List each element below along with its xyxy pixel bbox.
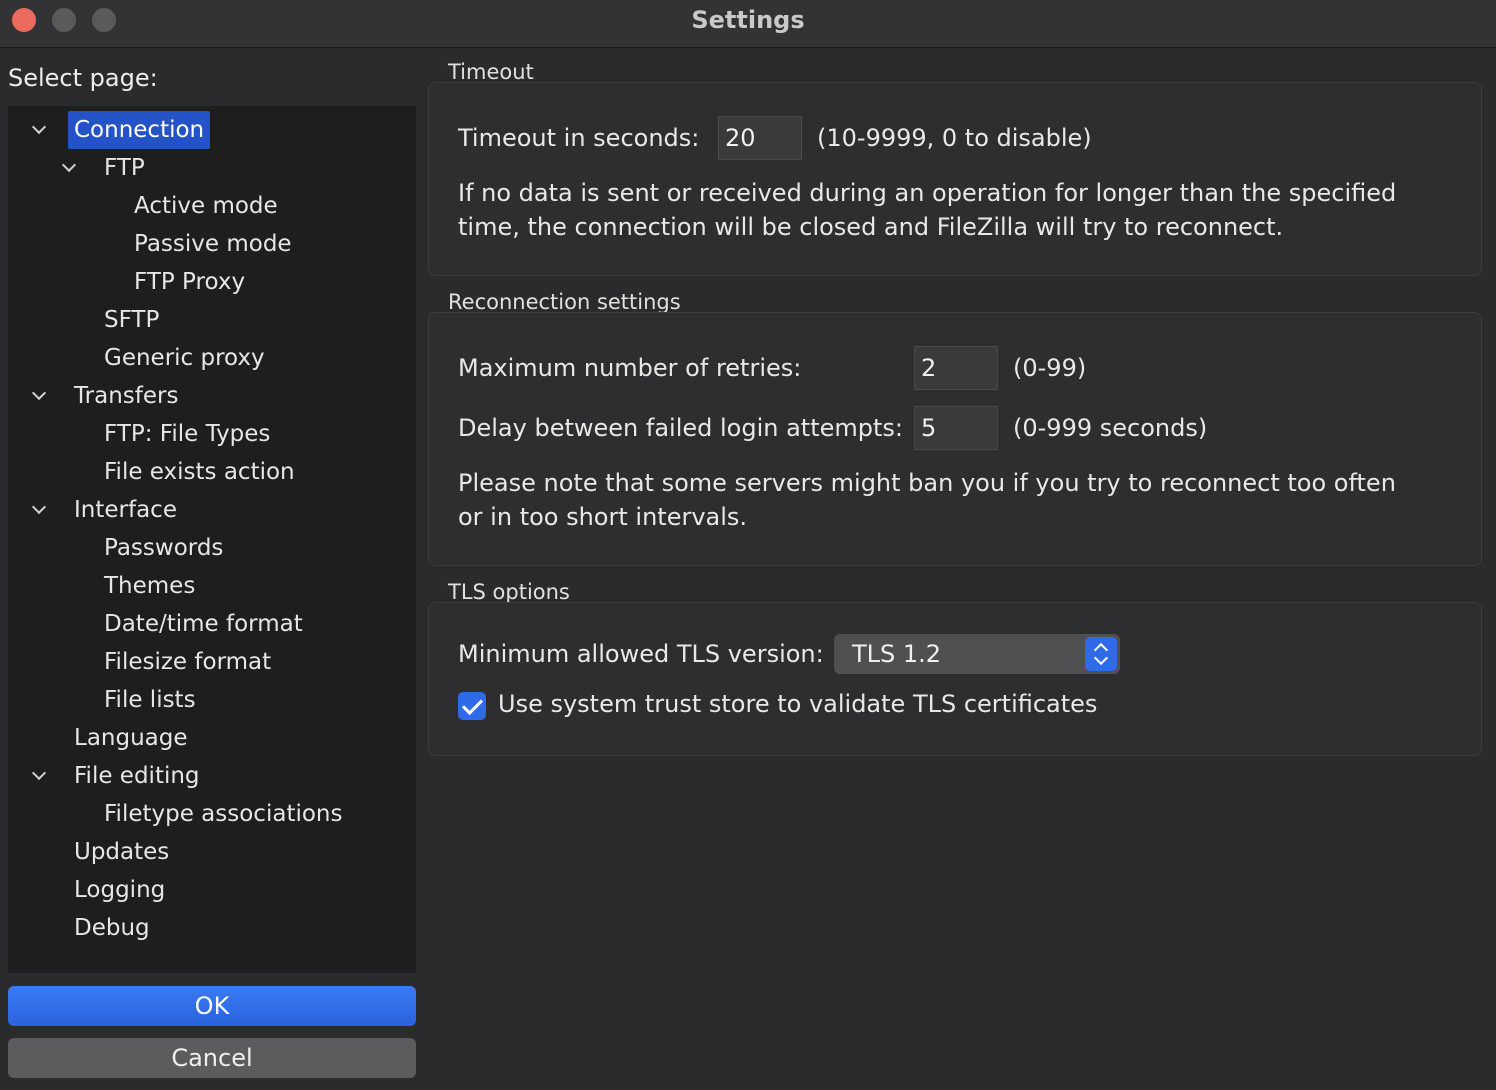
- chevron-down-icon[interactable]: [32, 388, 46, 402]
- tree-item-label: Passwords: [104, 535, 224, 561]
- timeout-section-title: Timeout: [448, 60, 534, 84]
- timeout-range-hint: (10-9999, 0 to disable): [817, 124, 1092, 152]
- up-down-chevron-icon[interactable]: [1085, 637, 1117, 671]
- login-delay-label: Delay between failed login attempts:: [458, 414, 903, 442]
- tree-item-transfers[interactable]: Transfers: [8, 377, 416, 415]
- tls-group: [428, 602, 1482, 756]
- tree-item-updates[interactable]: Updates: [8, 833, 416, 871]
- timeout-label: Timeout in seconds:: [458, 124, 700, 152]
- tree-item-ftp-proxy[interactable]: FTP Proxy: [8, 263, 416, 301]
- min-tls-version-select[interactable]: TLS 1.2: [834, 634, 1120, 674]
- system-trust-store-checkbox[interactable]: [458, 692, 486, 720]
- tree-item-connection[interactable]: Connection: [8, 111, 416, 149]
- tree-item-label: Debug: [74, 915, 150, 941]
- tree-item-generic-proxy[interactable]: Generic proxy: [8, 339, 416, 377]
- title-bar: Settings: [0, 0, 1496, 48]
- tree-item-themes[interactable]: Themes: [8, 567, 416, 605]
- tree-item-label: Passive mode: [134, 231, 292, 257]
- window-title: Settings: [691, 6, 805, 34]
- tree-item-logging[interactable]: Logging: [8, 871, 416, 909]
- tree-item-label: Filesize format: [104, 649, 272, 675]
- reconnection-note: Please note that some servers might ban …: [458, 469, 1396, 531]
- tree-item-interface[interactable]: Interface: [8, 491, 416, 529]
- tree-item-file-editing[interactable]: File editing: [8, 757, 416, 795]
- timeout-description: If no data is sent or received during an…: [458, 179, 1397, 241]
- chevron-down-icon[interactable]: [32, 122, 46, 136]
- tree-item-label: Interface: [74, 497, 177, 523]
- tree-item-file-lists[interactable]: File lists: [8, 681, 416, 719]
- system-trust-store-label[interactable]: Use system trust store to validate TLS c…: [498, 690, 1097, 718]
- tree-item-active-mode[interactable]: Active mode: [8, 187, 416, 225]
- tree-item-label: Active mode: [134, 193, 278, 219]
- tree-item-label: Connection: [68, 111, 211, 149]
- tree-item-passive-mode[interactable]: Passive mode: [8, 225, 416, 263]
- tree-item-passwords[interactable]: Passwords: [8, 529, 416, 567]
- tree-item-debug[interactable]: Debug: [8, 909, 416, 947]
- tree-item-date-time-format[interactable]: Date/time format: [8, 605, 416, 643]
- tree-item-label: Generic proxy: [104, 345, 265, 371]
- max-retries-input[interactable]: [914, 346, 998, 390]
- tree-item-language[interactable]: Language: [8, 719, 416, 757]
- tree-item-label: FTP: [104, 155, 145, 181]
- tree-item-label: Updates: [74, 839, 170, 865]
- tree-item-label: FTP Proxy: [134, 269, 246, 295]
- min-tls-version-value: TLS 1.2: [852, 640, 942, 668]
- chevron-down-icon[interactable]: [62, 160, 76, 174]
- tree-item-ftp-file-types[interactable]: FTP: File Types: [8, 415, 416, 453]
- settings-page-tree[interactable]: Connection FTP Active mode Passive mode …: [8, 106, 416, 973]
- ok-button[interactable]: OK: [8, 986, 416, 1026]
- login-delay-input[interactable]: [914, 406, 998, 450]
- select-page-label: Select page:: [8, 64, 158, 92]
- tree-item-label: SFTP: [104, 307, 160, 333]
- max-retries-label: Maximum number of retries:: [458, 354, 802, 382]
- reconnection-section-title: Reconnection settings: [448, 290, 681, 314]
- tree-item-label: Transfers: [74, 383, 179, 409]
- tree-item-label: Date/time format: [104, 611, 303, 637]
- tree-item-filesize-format[interactable]: Filesize format: [8, 643, 416, 681]
- tree-item-ftp[interactable]: FTP: [8, 149, 416, 187]
- chevron-down-icon[interactable]: [32, 502, 46, 516]
- tree-item-file-exists-action[interactable]: File exists action: [8, 453, 416, 491]
- tls-section-title: TLS options: [448, 580, 570, 604]
- cancel-button[interactable]: Cancel: [8, 1038, 416, 1078]
- min-tls-version-label: Minimum allowed TLS version:: [458, 640, 824, 668]
- tree-item-filetype-associations[interactable]: Filetype associations: [8, 795, 416, 833]
- tree-item-label: Themes: [104, 573, 196, 599]
- tree-item-label: Logging: [74, 877, 166, 903]
- timeout-input[interactable]: [718, 116, 802, 160]
- tree-item-label: Filetype associations: [104, 801, 343, 827]
- tree-item-label: FTP: File Types: [104, 421, 271, 447]
- settings-window: Settings Select page: Connection FTP Act…: [0, 0, 1496, 1090]
- chevron-down-icon[interactable]: [32, 768, 46, 782]
- login-delay-range-hint: (0-999 seconds): [1013, 414, 1208, 442]
- tree-item-sftp[interactable]: SFTP: [8, 301, 416, 339]
- tree-item-label: Language: [74, 725, 188, 751]
- tree-item-label: File lists: [104, 687, 196, 713]
- tree-item-label: File editing: [74, 763, 200, 789]
- max-retries-range-hint: (0-99): [1013, 354, 1087, 382]
- tree-item-label: File exists action: [104, 459, 295, 485]
